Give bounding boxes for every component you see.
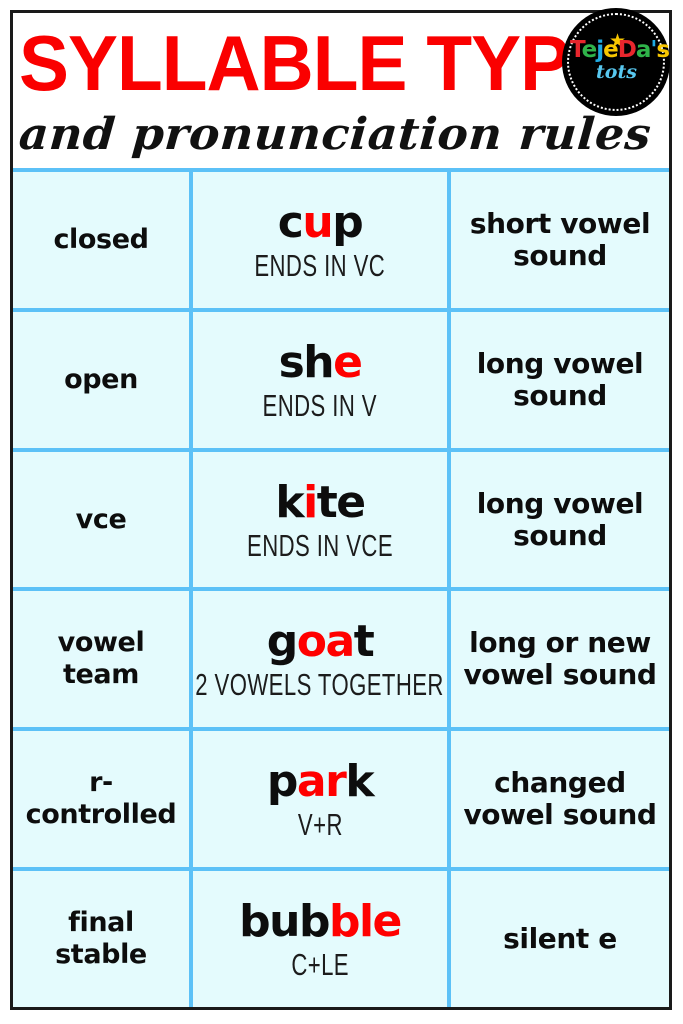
vowel-sound-label: long vowel sound	[476, 486, 644, 552]
table-row: final stable bubble C+LE silent e	[13, 867, 669, 1007]
logo-brand-name: TejeDa's	[570, 37, 670, 63]
cell-syllable-type: r-controlled	[13, 731, 189, 867]
cell-syllable-type: final stable	[13, 871, 189, 1007]
syllable-type-label: open	[64, 363, 138, 395]
example-word: park	[266, 756, 375, 808]
syllable-type-label: vowel team	[57, 627, 145, 691]
cell-syllable-type: open	[13, 312, 189, 448]
cell-example-word: she ENDS IN V	[189, 311, 451, 448]
syllable-types-table: closed cup ENDS IN VC short vowel sound …	[13, 168, 669, 1007]
logo-letter-5: D	[617, 37, 637, 63]
cell-vowel-sound: long vowel sound	[451, 312, 669, 448]
vowel-sound-label: changed vowel sound	[463, 766, 657, 832]
table-row: vowel team goat 2 VOWELS TOGETHER long o…	[13, 587, 669, 728]
example-word: cup	[277, 196, 364, 248]
cell-example-word: kite ENDS IN VCE	[189, 451, 451, 588]
syllable-types-poster: SYLLABLE TYPES and pronunciation rules ★…	[0, 0, 683, 1024]
logo-tagline: tots	[596, 61, 637, 83]
word-prefix: g	[266, 616, 299, 668]
brand-logo: ★ TejeDa's tots	[562, 8, 670, 116]
cell-syllable-type: vce	[13, 452, 189, 588]
table-row: vce kite ENDS IN VCE long vowel sound	[13, 447, 669, 588]
cell-example-word: park V+R	[189, 731, 451, 868]
word-prefix: sh	[278, 336, 335, 388]
word-highlight: ar	[296, 756, 347, 808]
word-suffix: t	[353, 616, 375, 668]
cell-vowel-sound: short vowel sound	[451, 172, 669, 308]
cell-vowel-sound: changed vowel sound	[451, 731, 669, 867]
cell-example-word: goat 2 VOWELS TOGETHER	[189, 591, 451, 728]
vowel-sound-label: long vowel sound	[476, 346, 644, 412]
example-word: kite	[275, 476, 366, 528]
table-row: open she ENDS IN V long vowel sound	[13, 307, 669, 448]
cell-vowel-sound: long vowel sound	[451, 452, 669, 588]
cell-syllable-type: closed	[13, 172, 189, 308]
page-title: SYLLABLE TYPES	[19, 19, 668, 107]
cell-vowel-sound: long or new vowel sound	[451, 591, 669, 727]
logo-letter-1: T	[570, 37, 583, 63]
syllable-type-label: r-controlled	[25, 767, 177, 831]
table-row: r-controlled park V+R changed vowel soun…	[13, 727, 669, 868]
word-prefix: p	[266, 756, 299, 808]
spelling-rule: 2 VOWELS TOGETHER	[195, 668, 445, 703]
word-highlight: u	[302, 196, 333, 248]
table-row: closed cup ENDS IN VC short vowel sound	[13, 168, 669, 308]
vowel-sound-label: silent e	[503, 922, 617, 956]
cell-syllable-type: vowel team	[13, 591, 189, 727]
word-suffix: k	[345, 756, 374, 808]
spelling-rule: ENDS IN VC	[254, 249, 386, 283]
spelling-rule: V+R	[297, 808, 343, 843]
word-prefix: c	[277, 196, 304, 248]
cell-example-word: bubble C+LE	[189, 871, 451, 1007]
spelling-rule: ENDS IN VCE	[246, 528, 393, 563]
example-word: goat	[266, 616, 375, 668]
spelling-rule: C+LE	[291, 948, 349, 982]
word-prefix: bub	[239, 896, 330, 948]
syllable-type-label: final stable	[55, 907, 147, 971]
cell-vowel-sound: silent e	[451, 871, 669, 1007]
example-word: bubble	[239, 896, 402, 948]
logo-letter-4: e	[603, 37, 619, 63]
word-highlight: i	[303, 476, 318, 528]
word-highlight: ble	[328, 896, 402, 948]
cell-example-word: cup ENDS IN VC	[189, 172, 451, 308]
word-prefix: k	[275, 476, 304, 528]
word-highlight: oa	[296, 616, 355, 668]
spelling-rule: ENDS IN V	[262, 388, 378, 423]
syllable-type-label: closed	[53, 223, 149, 255]
logo-letter-6: a	[635, 37, 652, 63]
example-word: she	[278, 336, 363, 388]
vowel-sound-label: short vowel sound	[469, 206, 651, 272]
logo-letter-8: s	[656, 37, 670, 63]
syllable-type-label: vce	[75, 503, 127, 535]
word-suffix: te	[316, 476, 366, 528]
vowel-sound-label: long or new vowel sound	[463, 626, 657, 692]
word-suffix: p	[332, 196, 364, 248]
word-highlight: e	[333, 336, 363, 388]
logo-letter-2: e	[581, 37, 598, 63]
